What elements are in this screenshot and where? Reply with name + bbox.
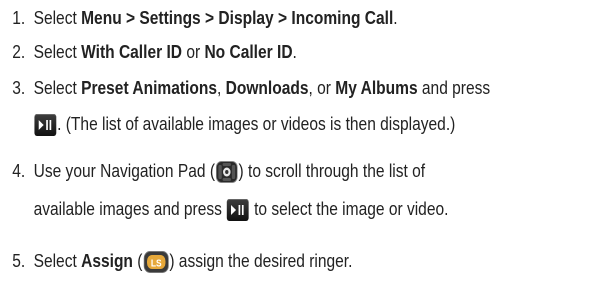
step-number: 1. — [12, 7, 26, 28]
step-number: 4. — [12, 160, 26, 181]
step-text: Select Preset Animations, Downloads, or … — [33, 77, 491, 98]
step-number: 3. — [12, 77, 26, 98]
left-soft-key-icon: LS — [143, 251, 169, 274]
step-text: Select Menu > Settings > Display > Incom… — [33, 7, 398, 28]
step-text: Select Assign (LS) assign the desired ri… — [34, 250, 352, 274]
navigation-pad-icon — [215, 161, 238, 184]
step-text: available images and press to select the… — [34, 198, 448, 222]
instruction-list: 1. Select Menu > Settings > Display > In… — [0, 0, 600, 288]
step-number: 5. — [12, 250, 26, 271]
play-pause-icon — [34, 114, 57, 137]
play-pause-icon — [227, 199, 249, 222]
step-number: 2. — [12, 41, 26, 62]
svg-text:LS: LS — [151, 258, 162, 269]
step-text: Select With Caller ID or No Caller ID. — [33, 41, 297, 62]
step-text: Use your Navigation Pad () to scroll thr… — [34, 160, 425, 184]
step-text: . (The list of available images or video… — [34, 113, 455, 137]
